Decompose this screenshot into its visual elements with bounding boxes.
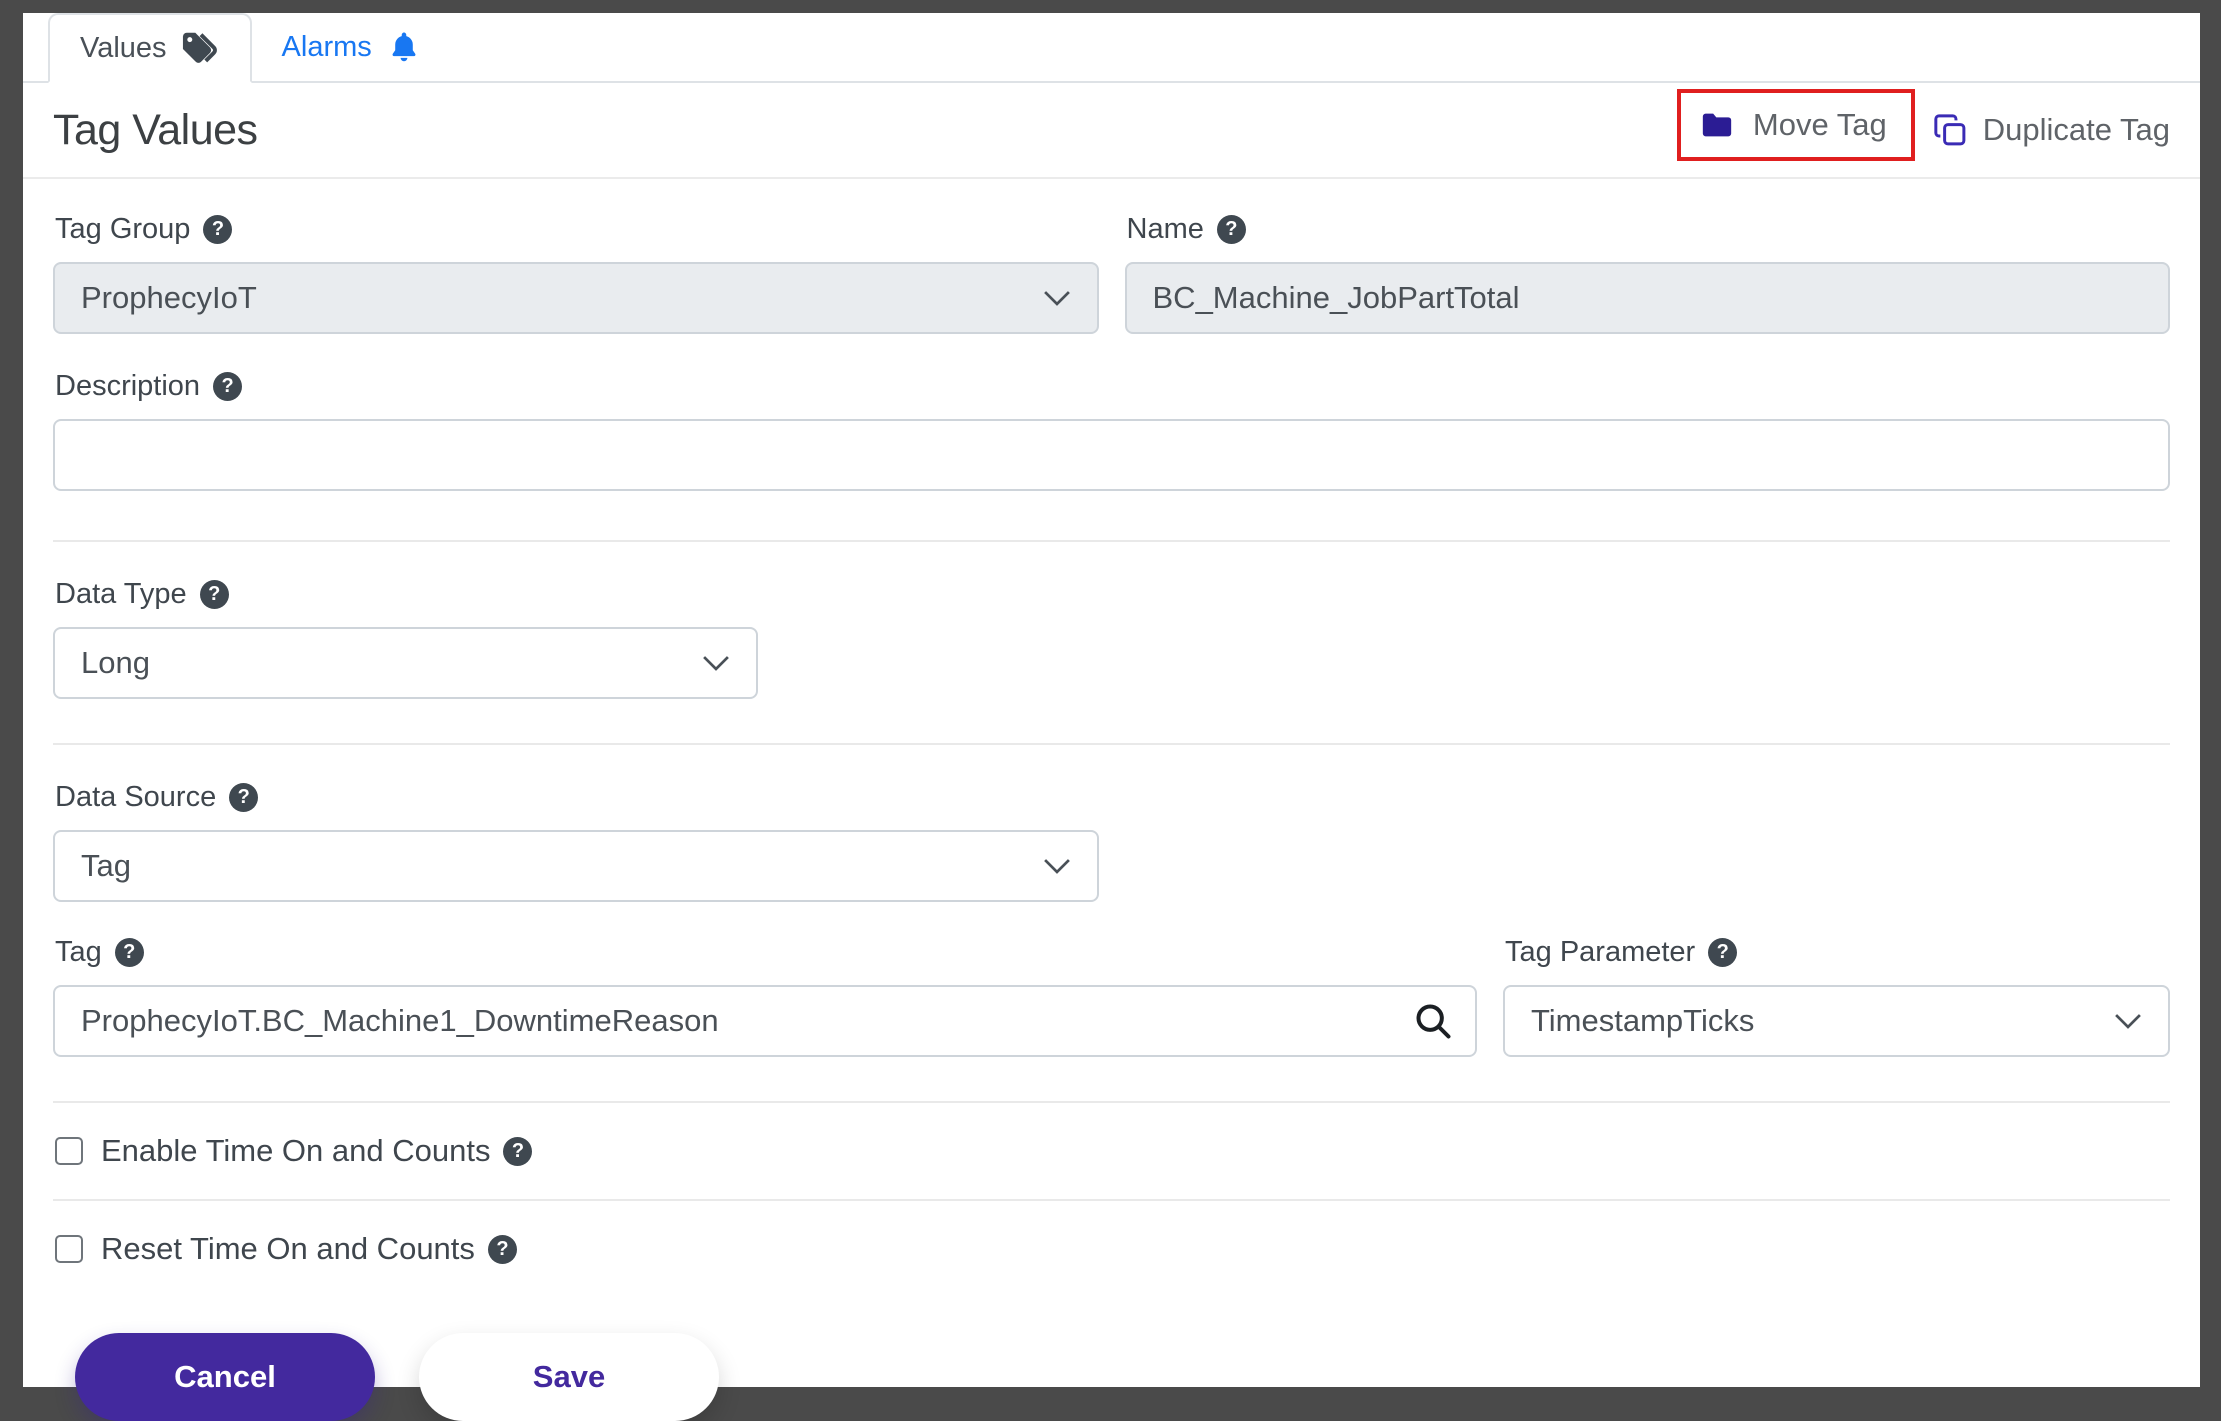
tag-values-form: Tag Group ? ProphecyIoT Name ? BC_Machin… (23, 179, 2200, 1421)
question-circle-icon[interactable]: ? (488, 1235, 517, 1264)
duplicate-tag-label: Duplicate Tag (1983, 112, 2170, 148)
enable-time-on-label: Enable Time On and Counts (101, 1133, 490, 1169)
cancel-button[interactable]: Cancel (75, 1333, 375, 1421)
save-button[interactable]: Save (419, 1333, 719, 1421)
duplicate-icon (1933, 113, 1967, 147)
tag-label-row: Tag ? (55, 936, 1477, 969)
question-circle-icon[interactable]: ? (200, 580, 229, 609)
move-tag-button[interactable]: Move Tag (1697, 107, 1887, 143)
name-label: Name (1127, 213, 1204, 246)
bell-icon (387, 30, 421, 64)
header-actions: Move Tag Duplicate Tag (1677, 99, 2170, 161)
enable-time-on-row: Enable Time On and Counts ? (53, 1103, 2170, 1199)
tag-parameter-label: Tag Parameter (1505, 936, 1695, 969)
tag-group-label-row: Tag Group ? (55, 213, 1099, 246)
question-circle-icon[interactable]: ? (203, 215, 232, 244)
reset-time-on-row: Reset Time On and Counts ? (53, 1201, 2170, 1297)
section-divider (53, 540, 2170, 542)
name-label-row: Name ? (1127, 213, 2171, 246)
tab-bar: Values Alarms (23, 13, 2200, 83)
tags-icon (182, 32, 220, 64)
tag-search-input[interactable]: ProphecyIoT.BC_Machine1_DowntimeReason (53, 985, 1477, 1057)
data-type-label: Data Type (55, 578, 187, 611)
tag-value: ProphecyIoT.BC_Machine1_DowntimeReason (81, 1003, 719, 1039)
description-input[interactable] (53, 419, 2170, 491)
chevron-down-icon (1043, 858, 1071, 875)
tag-group-label: Tag Group (55, 213, 190, 246)
question-circle-icon[interactable]: ? (213, 372, 242, 401)
description-label-row: Description ? (55, 370, 2170, 403)
enable-time-on-checkbox[interactable] (55, 1137, 83, 1165)
tab-alarms[interactable]: Alarms (252, 13, 451, 81)
reset-time-on-label: Reset Time On and Counts (101, 1231, 475, 1267)
tag-parameter-value: TimestampTicks (1531, 1003, 1754, 1039)
chevron-down-icon (702, 655, 730, 672)
tab-values[interactable]: Values (48, 13, 252, 83)
reset-time-on-label-row: Reset Time On and Counts ? (101, 1231, 517, 1267)
question-circle-icon[interactable]: ? (503, 1137, 532, 1166)
page-title: Tag Values (53, 106, 258, 155)
tag-group-value: ProphecyIoT (81, 280, 257, 316)
section-divider (53, 743, 2170, 745)
tag-parameter-select[interactable]: TimestampTicks (1503, 985, 2170, 1057)
data-source-label: Data Source (55, 781, 216, 814)
tag-label: Tag (55, 936, 102, 969)
enable-time-on-label-row: Enable Time On and Counts ? (101, 1133, 532, 1169)
question-circle-icon[interactable]: ? (1217, 215, 1246, 244)
data-type-value: Long (81, 645, 150, 681)
name-value: BC_Machine_JobPartTotal (1153, 280, 1520, 316)
page-header: Tag Values Move Tag (23, 83, 2200, 179)
tag-group-select[interactable]: ProphecyIoT (53, 262, 1099, 334)
description-label: Description (55, 370, 200, 403)
chevron-down-icon (1043, 290, 1071, 307)
tab-alarms-label: Alarms (282, 31, 372, 64)
search-icon[interactable] (1413, 1001, 1453, 1041)
form-buttons: Cancel Save (75, 1333, 2170, 1421)
data-type-select[interactable]: Long (53, 627, 758, 699)
tag-parameter-label-row: Tag Parameter ? (1505, 936, 2170, 969)
data-type-label-row: Data Type ? (55, 578, 2170, 611)
question-circle-icon[interactable]: ? (115, 938, 144, 967)
data-source-select[interactable]: Tag (53, 830, 1099, 902)
chevron-down-icon (2114, 1013, 2142, 1030)
duplicate-tag-button[interactable]: Duplicate Tag (1933, 112, 2170, 148)
question-circle-icon[interactable]: ? (229, 783, 258, 812)
name-input[interactable]: BC_Machine_JobPartTotal (1125, 262, 2171, 334)
move-tag-label: Move Tag (1753, 107, 1887, 143)
move-tag-annotation-box: Move Tag (1677, 89, 1915, 161)
tag-values-panel: Values Alarms Tag Values (23, 13, 2200, 1387)
reset-time-on-checkbox[interactable] (55, 1235, 83, 1263)
question-circle-icon[interactable]: ? (1708, 938, 1737, 967)
folder-icon (1697, 108, 1737, 142)
tab-values-label: Values (80, 32, 167, 65)
data-source-value: Tag (81, 848, 131, 884)
data-source-label-row: Data Source ? (55, 781, 2170, 814)
